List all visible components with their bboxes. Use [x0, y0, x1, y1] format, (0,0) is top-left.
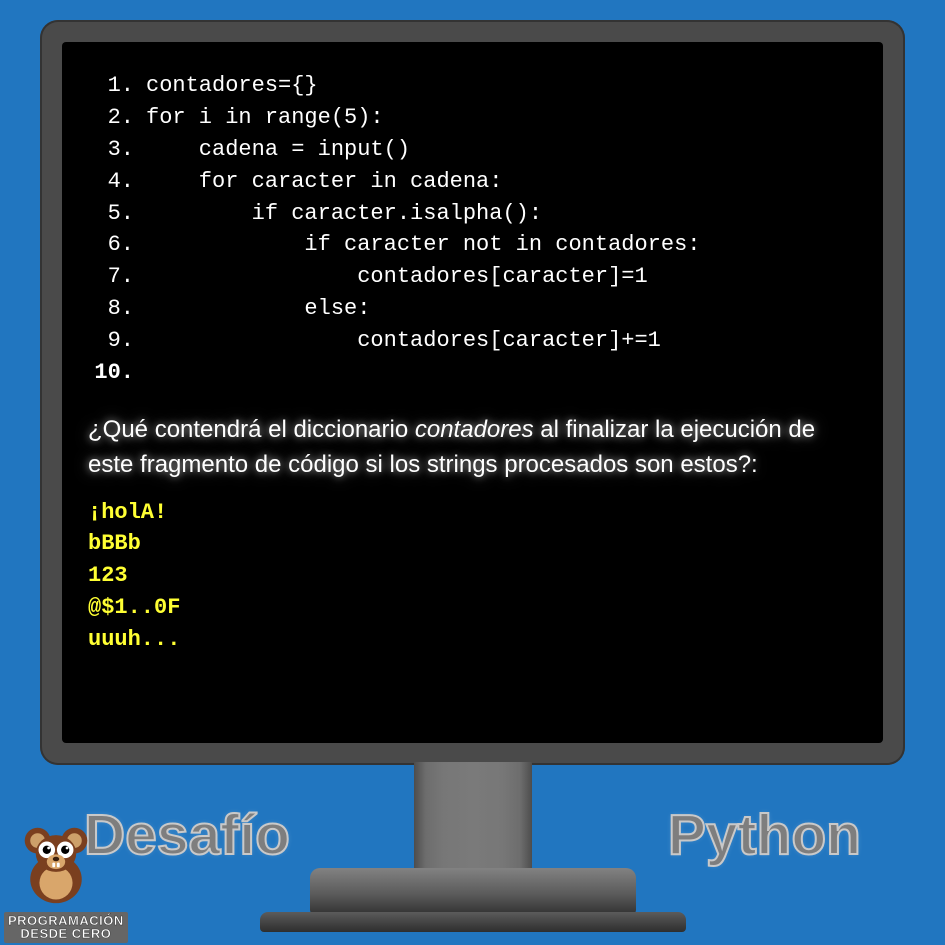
code-text: for caracter in cadena: [146, 166, 502, 198]
question-part1: ¿Qué contendrá el diccionario [88, 416, 415, 443]
line-number: 2. [88, 102, 134, 134]
code-block: 1.contadores={}2.for i in range(5):3. ca… [88, 70, 857, 389]
monitor-frame: 1.contadores={}2.for i in range(5):3. ca… [40, 20, 905, 765]
input-line: ¡holA! [88, 497, 857, 529]
code-line: 3. cadena = input() [88, 134, 857, 166]
code-text: else: [146, 293, 370, 325]
line-number: 7. [88, 261, 134, 293]
input-strings: ¡holA!bBBb123@$1..0Fuuuh... [88, 497, 857, 656]
screen: 1.contadores={}2.for i in range(5):3. ca… [62, 42, 883, 743]
code-text: for i in range(5): [146, 102, 384, 134]
monitor-stand-plate [260, 912, 686, 932]
line-number: 9. [88, 325, 134, 357]
code-line: 10. [88, 357, 857, 389]
line-number: 1. [88, 70, 134, 102]
code-line: 9. contadores[caracter]+=1 [88, 325, 857, 357]
mascot-icon [10, 811, 102, 907]
line-number: 3. [88, 134, 134, 166]
title-left: Desafío [84, 802, 290, 868]
code-line: 7. contadores[caracter]=1 [88, 261, 857, 293]
question-italic: contadores [415, 416, 534, 443]
code-line: 5. if caracter.isalpha(): [88, 198, 857, 230]
code-line: 8. else: [88, 293, 857, 325]
question-text: ¿Qué contendrá el diccionario contadores… [88, 413, 857, 483]
line-number: 4. [88, 166, 134, 198]
line-number: 5. [88, 198, 134, 230]
line-number: 6. [88, 229, 134, 261]
code-line: 6. if caracter not in contadores: [88, 229, 857, 261]
code-text: contadores[caracter]+=1 [146, 325, 661, 357]
monitor-stand-neck [414, 762, 532, 872]
code-text: if caracter not in contadores: [146, 229, 701, 261]
brand-label: PROGRAMACIÓN DESDE CERO [4, 912, 128, 943]
input-line: @$1..0F [88, 592, 857, 624]
code-text: if caracter.isalpha(): [146, 198, 542, 230]
code-line: 4. for caracter in cadena: [88, 166, 857, 198]
brand-line2: DESDE CERO [20, 926, 111, 941]
monitor-stand-base [310, 868, 636, 914]
title-right: Python [668, 802, 861, 868]
line-number: 10. [88, 357, 134, 389]
line-number: 8. [88, 293, 134, 325]
code-text: contadores[caracter]=1 [146, 261, 648, 293]
input-line: 123 [88, 560, 857, 592]
code-line: 1. contadores={} [88, 70, 857, 102]
input-line: bBBb [88, 528, 857, 560]
code-text: cadena = input() [146, 134, 410, 166]
code-line: 2. for i in range(5): [88, 102, 857, 134]
input-line: uuuh... [88, 624, 857, 656]
code-text: contadores={} [146, 70, 318, 102]
